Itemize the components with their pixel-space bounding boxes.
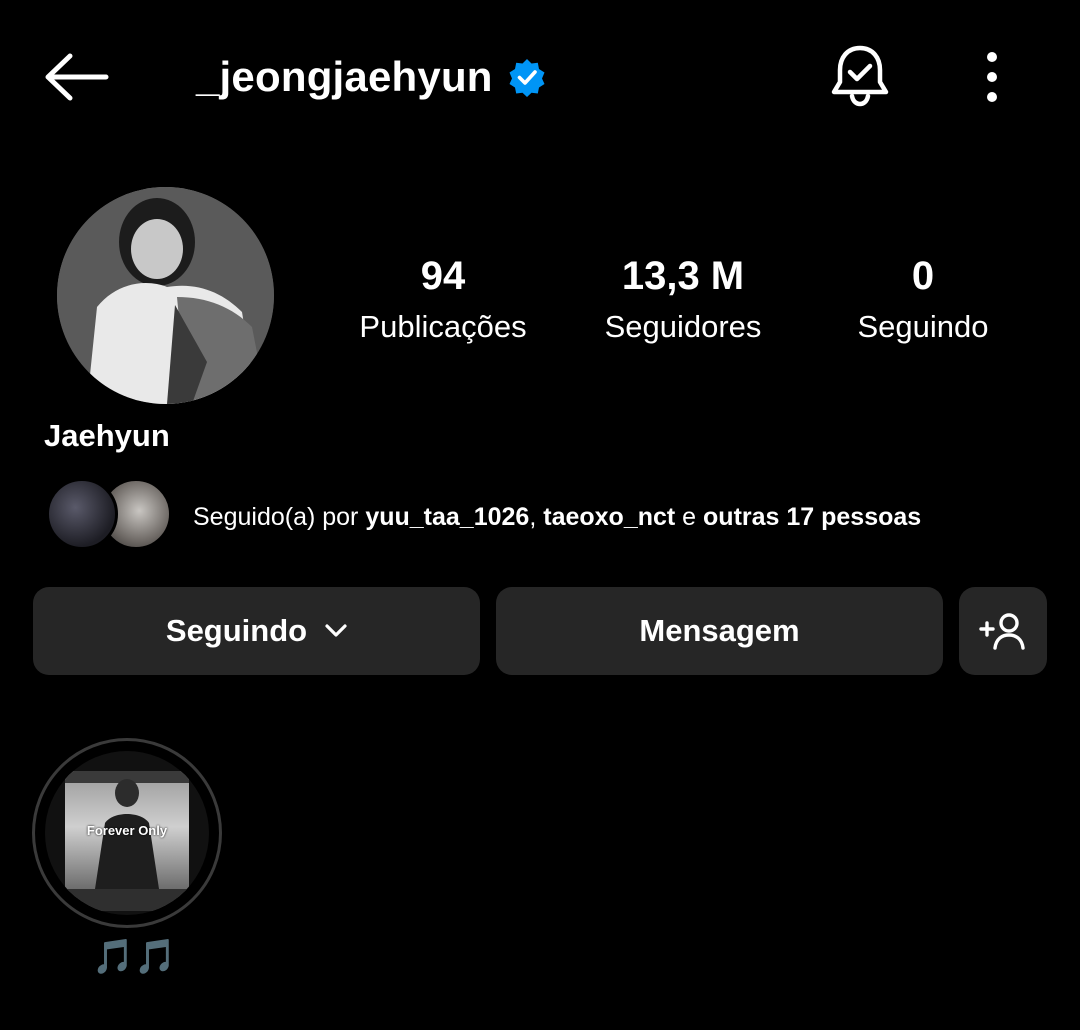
followed-by-user-1: yuu_taa_1026 <box>365 503 530 531</box>
stat-posts[interactable]: 94 Publicações <box>333 250 553 350</box>
following-count: 0 <box>911 254 935 298</box>
followers-label: Seguidores <box>604 309 762 344</box>
highlight-cover-text: Forever Only <box>86 823 168 838</box>
profile-avatar[interactable] <box>57 187 274 404</box>
followed-by-user-2: taeoxo_nct <box>543 503 676 531</box>
username: _jeongjaehyun <box>196 53 493 100</box>
posts-label: Publicações <box>359 309 527 344</box>
more-options-button[interactable] <box>966 48 1018 106</box>
display-name: Jaehyun <box>44 418 170 453</box>
stat-followers[interactable]: 13,3 M Seguidores <box>573 250 793 350</box>
followers-count: 13,3 M <box>621 254 745 298</box>
mutual-avatar-1 <box>46 478 118 550</box>
arrow-left-icon <box>45 53 109 101</box>
suggest-people-button[interactable] <box>959 587 1047 675</box>
message-button[interactable]: Mensagem <box>496 587 943 675</box>
followed-by-conjunction: e <box>675 503 704 531</box>
notifications-button[interactable] <box>826 42 894 110</box>
chevron-down-icon <box>325 624 347 637</box>
stat-following[interactable]: 0 Seguindo <box>813 250 1033 350</box>
verified-badge-icon <box>509 59 545 97</box>
back-button[interactable] <box>40 48 112 106</box>
posts-count: 94 <box>420 254 466 298</box>
followed-by-others: outras 17 pessoas <box>703 503 922 531</box>
following-button[interactable]: Seguindo <box>33 587 480 675</box>
story-highlight[interactable]: Forever Only <box>32 738 222 928</box>
message-button-label: Mensagem <box>639 613 800 648</box>
mutual-followers-avatars[interactable] <box>46 478 172 552</box>
followed-by-text[interactable]: Seguido(a) por yuu_taa_1026, taeoxo_nct … <box>193 500 921 534</box>
profile-photo <box>57 187 274 404</box>
profile-page: _jeongjaehyun 94 Publicações 13,3 M Segu… <box>0 0 1080 1030</box>
highlight-label: 🎵🎵 <box>92 938 177 976</box>
highlight-cover: Forever Only <box>45 751 209 915</box>
followed-by-separator: , <box>529 503 544 531</box>
more-vertical-icon <box>987 52 997 62</box>
followed-by-prefix: Seguido(a) por <box>193 503 366 531</box>
add-person-icon <box>979 613 1025 650</box>
highlight-cover-image: Forever Only <box>65 771 189 911</box>
bell-check-icon <box>831 45 889 107</box>
highlight-cover-figure <box>65 771 189 911</box>
following-button-label: Seguindo <box>165 613 308 648</box>
following-label: Seguindo <box>857 309 989 344</box>
header-title: _jeongjaehyun <box>196 48 547 106</box>
